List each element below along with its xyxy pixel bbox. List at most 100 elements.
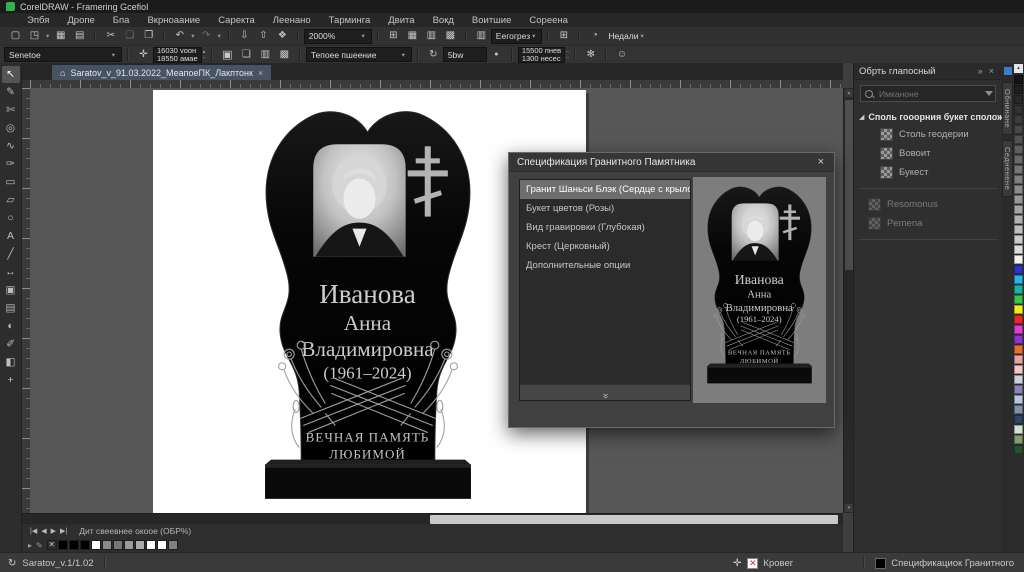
size-spinner[interactable]: − −	[566, 49, 569, 61]
frame-tool[interactable]: ▣	[2, 282, 20, 299]
palette-color-swatch[interactable]	[1014, 375, 1023, 384]
vertical-scrollbar-thumb[interactable]	[845, 100, 853, 270]
outline-color-swatch[interactable]: ✕	[747, 558, 758, 569]
angle-field[interactable]: 5bw	[443, 47, 487, 62]
palette-color-swatch[interactable]	[1014, 365, 1023, 374]
duplicate-button[interactable]: ❏	[237, 47, 256, 63]
palette-color-swatch[interactable]	[1014, 115, 1023, 124]
document-color-swatch[interactable]	[80, 540, 90, 550]
application-launcher-button[interactable]: ⊞	[554, 28, 573, 44]
specification-item[interactable]: Вид гравировки (Глубокая)	[520, 218, 690, 237]
document-color-swatch[interactable]	[168, 540, 178, 550]
expander-icon[interactable]: ◢	[859, 113, 864, 121]
palette-color-swatch[interactable]	[1014, 335, 1023, 344]
style-combo[interactable]: Senetoe ▾	[4, 47, 122, 62]
fill-tool[interactable]: ◐	[2, 318, 20, 335]
palette-color-swatch[interactable]	[1014, 95, 1023, 104]
zoom-level-combo[interactable]: 2000% ▾	[304, 29, 372, 44]
horizontal-scrollbar-thumb[interactable]	[430, 515, 838, 524]
save-button[interactable]: ▦	[51, 28, 70, 44]
specification-item[interactable]: Букет цветов (Розы)	[520, 199, 690, 218]
palette-color-swatch[interactable]	[1014, 205, 1023, 214]
eyedropper-tool[interactable]: ✐	[2, 336, 20, 353]
menu-item[interactable]: Дропе	[58, 15, 103, 26]
menu-item[interactable]: Бпа	[104, 15, 139, 26]
no-color-swatch[interactable]: ✕	[47, 540, 57, 550]
specification-item[interactable]: Крест (Церковный)	[520, 237, 690, 256]
palette-color-swatch[interactable]	[1014, 385, 1023, 394]
options-button[interactable]: ▥	[472, 28, 491, 44]
dialog-title-bar[interactable]: Спецификация Гранитного Памятника ×	[509, 153, 834, 172]
import-button[interactable]: ⇩	[235, 28, 254, 44]
palette-color-swatch[interactable]	[1014, 405, 1023, 414]
chevron-double-icon[interactable]: »	[975, 66, 986, 76]
canvas-object-monument[interactable]	[255, 106, 481, 508]
dialog-close-icon[interactable]: ×	[816, 156, 826, 168]
position-spinner[interactable]: ▴ −	[203, 49, 206, 61]
docker-search-box[interactable]	[860, 85, 996, 102]
page-frame-button[interactable]: ▣	[218, 47, 237, 63]
gear-icon[interactable]: ✻	[581, 47, 600, 63]
previous-page-button[interactable]: ◀	[41, 527, 46, 535]
palette-color-swatch[interactable]	[1014, 215, 1023, 224]
ellipse-tool[interactable]: ○	[2, 210, 20, 227]
menu-item[interactable]: Вокд	[424, 15, 463, 26]
document-color-swatch[interactable]	[102, 540, 112, 550]
show-guides-button[interactable]: ▥	[422, 28, 441, 44]
chevron-down-icon[interactable]: ▾	[189, 32, 196, 40]
palette-scroll-up-button[interactable]: ▴	[1014, 64, 1023, 73]
menu-item[interactable]: Вкрноаание	[138, 15, 209, 26]
palette-color-swatch[interactable]	[1014, 145, 1023, 154]
docker-item[interactable]: Вовоит	[854, 144, 1002, 163]
mirror-v-button[interactable]: ▩	[275, 47, 294, 63]
show-grid-button[interactable]: ▦	[403, 28, 422, 44]
palette-color-swatch[interactable]	[1014, 235, 1023, 244]
search-input[interactable]	[877, 88, 981, 100]
palette-color-swatch[interactable]	[1014, 315, 1023, 324]
fullscreen-button[interactable]: ⊞	[384, 28, 403, 44]
filter-icon[interactable]	[985, 91, 993, 96]
print-button[interactable]: ▤	[70, 28, 89, 44]
last-page-button[interactable]: ▶|	[60, 527, 67, 535]
docker-side-tab[interactable]: Обнинане	[1002, 82, 1013, 135]
palette-color-swatch[interactable]	[1014, 125, 1023, 134]
palette-color-swatch[interactable]	[1014, 175, 1023, 184]
palette-pen-icon[interactable]: ✎	[36, 541, 43, 550]
document-color-swatch[interactable]	[146, 540, 156, 550]
open-button[interactable]: ◳	[25, 28, 44, 44]
close-icon[interactable]: ×	[258, 68, 263, 78]
polygon-tool[interactable]: ▱	[2, 192, 20, 209]
text-tool[interactable]: A	[2, 228, 20, 245]
menu-item[interactable]: Тарминга	[320, 15, 380, 26]
palette-color-swatch[interactable]	[1014, 75, 1023, 84]
document-color-swatch[interactable]	[135, 540, 145, 550]
document-color-swatch[interactable]	[91, 540, 101, 550]
mode-combo[interactable]: Тепоее пшеение ▾	[306, 47, 412, 62]
docker-item[interactable]: Букест	[854, 163, 1002, 182]
object-size-fields[interactable]: 15500 пнев 1300 несес	[518, 47, 565, 63]
snap-options-button[interactable]: ▩	[441, 28, 460, 44]
palette-color-swatch[interactable]	[1014, 285, 1023, 294]
palette-color-swatch[interactable]	[1014, 185, 1023, 194]
preset-combo[interactable]: Еегогрез ▾	[491, 29, 543, 44]
object-position-fields[interactable]: 16030 voон 18550 амае	[153, 47, 202, 63]
page-tab-label[interactable]: Дит свеевнее окоое (ОБР%)	[79, 526, 191, 536]
palette-color-swatch[interactable]	[1014, 275, 1023, 284]
more-tools-button[interactable]: +	[2, 372, 20, 389]
artistic-media-tool[interactable]: ✑	[2, 156, 20, 173]
first-page-button[interactable]: |◀	[30, 527, 37, 535]
copy-button[interactable]: ❏	[120, 28, 139, 44]
fill-color-swatch[interactable]	[875, 558, 886, 569]
flyout-icon[interactable]: ▸	[28, 541, 32, 550]
lock-ratio-icon[interactable]: ●	[487, 47, 506, 63]
line-tool[interactable]: ╱	[2, 246, 20, 263]
palette-color-swatch[interactable]	[1014, 265, 1023, 274]
palette-color-swatch[interactable]	[1014, 195, 1023, 204]
palette-color-swatch[interactable]	[1014, 325, 1023, 334]
palette-color-swatch[interactable]	[1014, 155, 1023, 164]
document-color-swatch[interactable]	[124, 540, 134, 550]
list-expand-bar[interactable]: »	[520, 384, 690, 400]
palette-color-swatch[interactable]	[1014, 425, 1023, 434]
menu-item[interactable]: Леенано	[264, 15, 320, 26]
rectangle-tool[interactable]: ▭	[2, 174, 20, 191]
